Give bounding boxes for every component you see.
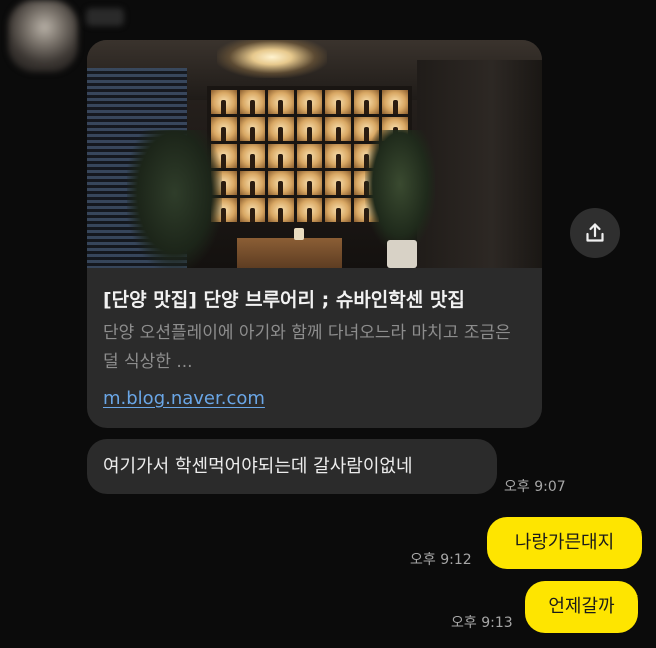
shelf-cell (268, 90, 294, 114)
shelf-cell (296, 171, 323, 195)
shelf-cell (325, 144, 351, 168)
plant-pot (387, 240, 417, 268)
shelf-cell (382, 90, 408, 114)
shelf-cell (296, 198, 323, 222)
plant-right (365, 130, 435, 250)
sender-avatar[interactable] (8, 0, 78, 72)
chandelier (217, 40, 327, 78)
shelf-cell (353, 90, 380, 114)
shelf-cell (268, 198, 294, 222)
shelf-cell (325, 198, 351, 222)
sender-name (86, 8, 124, 26)
shelf-cell (325, 117, 351, 141)
shelf-cell (239, 171, 266, 195)
message-timestamp: 오후 9:13 (451, 615, 513, 631)
right-wall (417, 60, 542, 268)
share-button[interactable] (570, 208, 620, 258)
sent-message[interactable]: 나랑가믄대지 (487, 517, 642, 569)
shelf-cell (239, 144, 266, 168)
shelf-cell (211, 90, 237, 114)
message-text: 나랑가믄대지 (514, 532, 615, 553)
shelf-cell (325, 171, 351, 195)
shelf-cell (296, 144, 323, 168)
link-preview-description: 단양 오션플레이에 아기와 함께 다녀오느라 마치고 조금은 덜 식상한 ... (103, 323, 511, 372)
chat-screen: [단양 맛집] 단양 브루어리 ; 슈바인학센 맛집 단양 오션플레이에 아기와… (0, 0, 656, 648)
shelf-cell (268, 117, 294, 141)
link-preview-card[interactable]: [단양 맛집] 단양 브루어리 ; 슈바인학센 맛집 단양 오션플레이에 아기와… (87, 40, 542, 428)
share-upload-icon (586, 223, 604, 242)
sent-message[interactable]: 언제갈까 (525, 581, 638, 633)
table-lamp (294, 228, 304, 240)
received-message[interactable]: 여기가서 학센먹어야되는데 갈사람이없네 (87, 439, 497, 494)
link-preview-title: [단양 맛집] 단양 브루어리 ; 슈바인학센 맛집 (103, 289, 465, 311)
message-timestamp: 오후 9:07 (504, 479, 566, 495)
shelf-cell (268, 144, 294, 168)
plant-left (127, 130, 222, 268)
shelf-cell (239, 117, 266, 141)
shelf-cell (325, 90, 351, 114)
shelf-cell (296, 117, 323, 141)
dining-table (237, 238, 342, 268)
message-text: 여기가서 학센먹어야되는데 갈사람이없네 (103, 455, 413, 477)
message-text: 언제갈까 (548, 596, 615, 617)
shelf-cell (239, 90, 266, 114)
shelf-cell (268, 171, 294, 195)
link-preview-image (87, 40, 542, 268)
message-timestamp: 오후 9:12 (410, 552, 472, 568)
shelf-cell (239, 198, 266, 222)
link-preview-url[interactable]: m.blog.naver.com (103, 386, 265, 412)
shelf-cell (296, 90, 323, 114)
